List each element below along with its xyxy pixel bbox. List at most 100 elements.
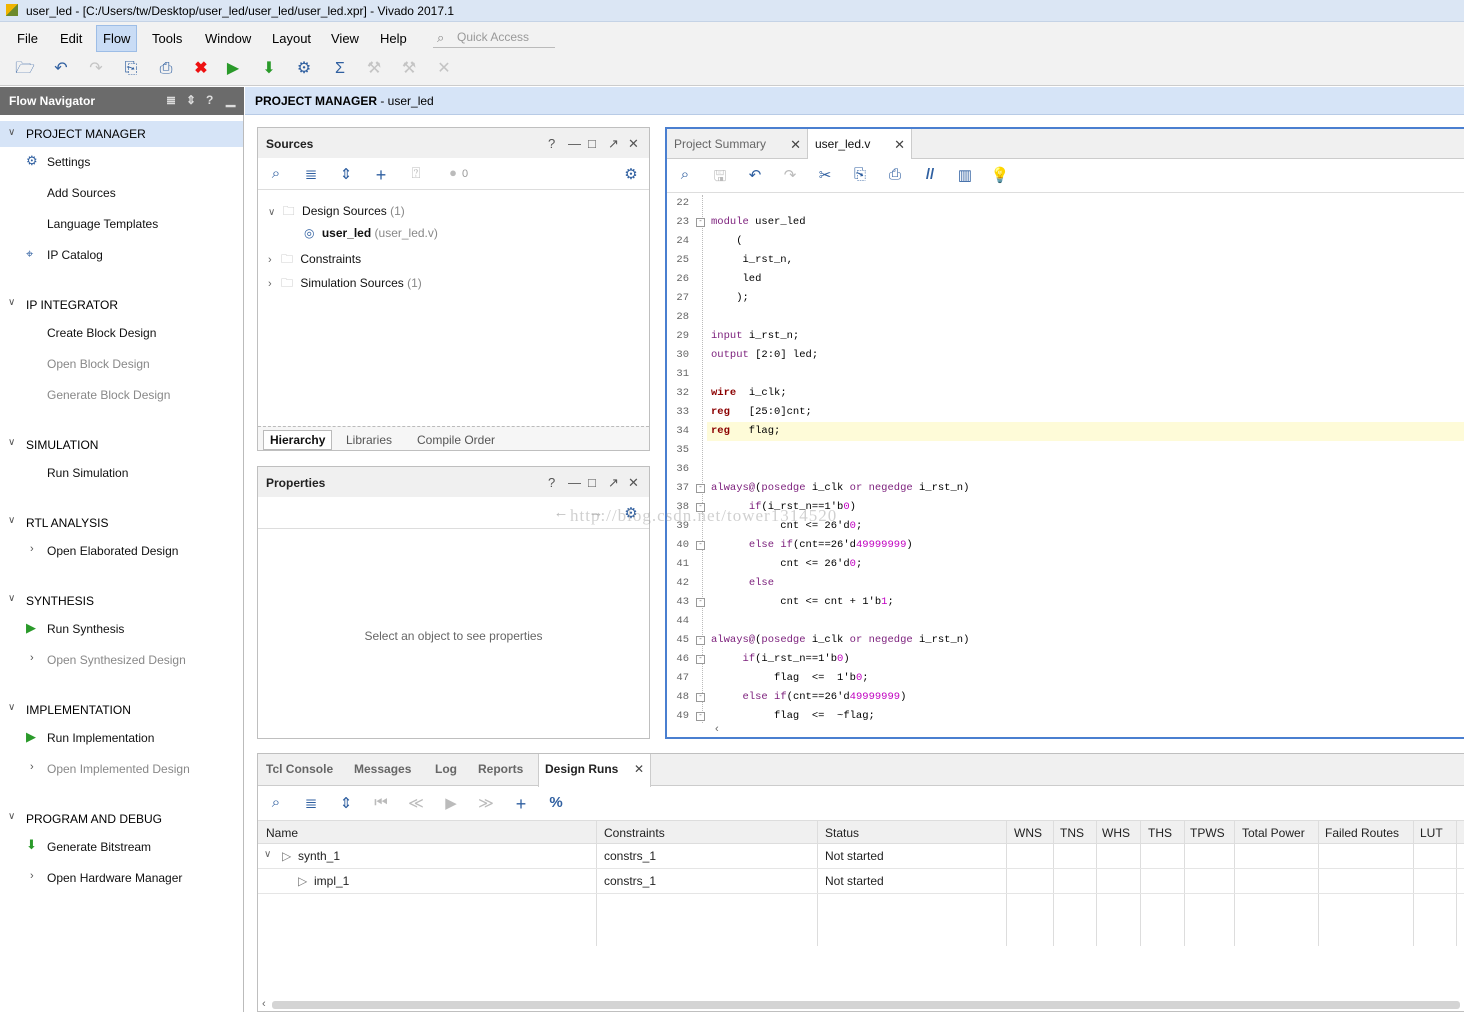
previous-icon[interactable]: ≪ <box>406 794 426 812</box>
tree-constraints[interactable]: › 🗀 Constraints <box>268 250 361 271</box>
menu-edit[interactable]: Edit <box>56 29 86 48</box>
sigma-report-icon[interactable]: Σ <box>329 59 351 79</box>
fold-toggle-icon[interactable]: - <box>696 218 705 227</box>
expand-all-icon[interactable]: ⇕ <box>336 794 356 812</box>
comment-icon[interactable]: // <box>920 166 940 184</box>
section-project-manager[interactable]: ∨ PROJECT MANAGER <box>0 121 243 147</box>
tree-simulation-sources[interactable]: › 🗀 Simulation Sources (1) <box>268 274 422 295</box>
float-icon[interactable]: ↗ <box>608 136 619 152</box>
col-tpws[interactable]: TPWS <box>1190 826 1225 840</box>
fn-run-implementation[interactable]: Run Implementation <box>47 731 154 745</box>
help-icon[interactable]: ? <box>548 475 555 490</box>
collapse-all-icon[interactable]: ≣ <box>166 93 176 107</box>
section-rtl-analysis[interactable]: ∨ RTL ANALYSIS <box>0 515 243 535</box>
unknown-file-icon[interactable]: ⍰ <box>406 165 426 183</box>
tab-log[interactable]: Log <box>435 762 457 776</box>
lightbulb-icon[interactable]: 💡 <box>990 166 1010 184</box>
fn-open-implemented-design[interactable]: Open Implemented Design <box>47 762 190 776</box>
paste-icon[interactable]: ⎙ <box>155 59 177 79</box>
tab-tcl-console[interactable]: Tcl Console <box>266 762 333 776</box>
fold-toggle-icon[interactable]: - <box>696 712 705 721</box>
fold-toggle-icon[interactable]: - <box>696 541 705 550</box>
percent-icon[interactable]: % <box>546 794 566 812</box>
fn-open-hardware-manager[interactable]: Open Hardware Manager <box>47 871 182 885</box>
probe-icon[interactable]: ⚒ <box>398 59 420 79</box>
fold-toggle-icon[interactable]: - <box>696 636 705 645</box>
expand-all-icon[interactable]: ⇕ <box>336 165 356 183</box>
play-icon[interactable]: ▶ <box>441 794 461 812</box>
fn-generate-block-design[interactable]: Generate Block Design <box>47 388 170 402</box>
fn-create-block-design[interactable]: Create Block Design <box>47 326 156 340</box>
redo-icon[interactable]: ↷ <box>780 166 800 184</box>
search-icon[interactable]: ⌕ <box>675 166 695 184</box>
close-icon[interactable]: ✕ <box>790 137 801 153</box>
col-tns[interactable]: TNS <box>1060 826 1084 840</box>
fn-ip-catalog[interactable]: IP Catalog <box>47 248 103 262</box>
fold-toggle-icon[interactable]: - <box>696 693 705 702</box>
cut-icon[interactable]: ✂ <box>815 166 835 184</box>
minimize-icon[interactable]: ▁ <box>226 93 235 107</box>
fn-run-simulation[interactable]: Run Simulation <box>47 466 128 480</box>
menu-layout[interactable]: Layout <box>268 29 315 48</box>
search-icon[interactable]: ⌕ <box>266 165 286 183</box>
collapse-all-icon[interactable]: ≣ <box>301 794 321 812</box>
fold-toggle-icon[interactable]: - <box>696 484 705 493</box>
fn-add-sources[interactable]: Add Sources <box>47 186 116 200</box>
search-icon[interactable]: ⌕ <box>266 794 286 812</box>
save-icon[interactable]: 🖫 <box>710 166 730 185</box>
section-implementation[interactable]: ∨ IMPLEMENTATION <box>0 702 243 722</box>
fold-toggle-icon[interactable]: - <box>696 655 705 664</box>
back-arrow-icon[interactable]: ← <box>551 504 571 522</box>
tab-design-runs[interactable]: Design Runs ✕ <box>538 754 651 787</box>
delete-icon[interactable]: ✖ <box>190 59 212 79</box>
scroll-left-icon[interactable]: ‹ <box>715 723 719 735</box>
col-ths[interactable]: THS <box>1148 826 1172 840</box>
tab-compile-order[interactable]: Compile Order <box>411 431 501 449</box>
settings-gear-icon[interactable]: ⚙ <box>293 59 315 79</box>
tab-project-summary[interactable]: Project Summary ✕ <box>667 129 807 159</box>
copy-icon[interactable]: ⎘ <box>850 166 870 184</box>
section-simulation[interactable]: ∨ SIMULATION <box>0 437 243 457</box>
fn-run-synthesis[interactable]: Run Synthesis <box>47 622 124 636</box>
section-synthesis[interactable]: ∨ SYNTHESIS <box>0 593 243 613</box>
col-wns[interactable]: WNS <box>1014 826 1042 840</box>
table-row[interactable]: ▷ impl_1 constrs_1 Not started <box>258 869 1464 894</box>
fold-toggle-icon[interactable]: - <box>696 598 705 607</box>
fn-open-elaborated-design[interactable]: Open Elaborated Design <box>47 544 178 558</box>
menu-tools[interactable]: Tools <box>148 29 186 48</box>
quick-access-input[interactable]: ⌕ Quick Access <box>433 26 555 48</box>
generate-bitstream-icon[interactable]: ⬇ <box>258 59 280 79</box>
col-lut[interactable]: LUT <box>1420 826 1443 840</box>
help-icon[interactable]: ? <box>206 93 213 107</box>
maximize-icon[interactable]: □ <box>588 475 596 490</box>
tree-user-led[interactable]: ◎ user_led (user_led.v) <box>304 226 438 240</box>
undo-icon[interactable]: ↶ <box>745 166 765 184</box>
menu-view[interactable]: View <box>327 29 363 48</box>
col-name[interactable]: Name <box>266 826 298 840</box>
add-icon[interactable]: + <box>371 165 391 185</box>
first-icon[interactable]: ⏮ <box>371 794 391 812</box>
fn-open-synthesized-design[interactable]: Open Synthesized Design <box>47 653 186 667</box>
section-program-debug[interactable]: ∨ PROGRAM AND DEBUG <box>0 811 243 831</box>
col-constraints[interactable]: Constraints <box>604 826 665 840</box>
fn-open-block-design[interactable]: Open Block Design <box>47 357 150 371</box>
tab-reports[interactable]: Reports <box>478 762 523 776</box>
help-icon[interactable]: ? <box>548 136 555 151</box>
menu-window[interactable]: Window <box>201 29 255 48</box>
minimize-icon[interactable]: — <box>568 475 581 490</box>
chevron-down-icon[interactable]: ∨ <box>264 849 271 860</box>
close-icon[interactable]: ✕ <box>634 762 644 776</box>
tree-design-sources[interactable]: ∨ 🗀 Design Sources (1) <box>268 202 405 223</box>
col-whs[interactable]: WHS <box>1102 826 1130 840</box>
copy-icon[interactable]: ⎘ <box>120 59 142 79</box>
fn-generate-bitstream[interactable]: Generate Bitstream <box>47 840 151 854</box>
maximize-icon[interactable]: □ <box>588 136 596 151</box>
menu-file[interactable]: File <box>13 29 42 48</box>
open-project-icon[interactable]: 🗁 <box>14 59 36 79</box>
tab-user-led-v[interactable]: user_led.v ✕ <box>807 129 912 159</box>
gear-icon[interactable]: ⚙ <box>621 165 641 183</box>
column-select-icon[interactable]: ▥ <box>955 166 975 184</box>
redo-icon[interactable]: ↷ <box>85 59 107 79</box>
fn-settings[interactable]: Settings <box>47 155 90 169</box>
collapse-all-icon[interactable]: ≣ <box>301 165 321 183</box>
